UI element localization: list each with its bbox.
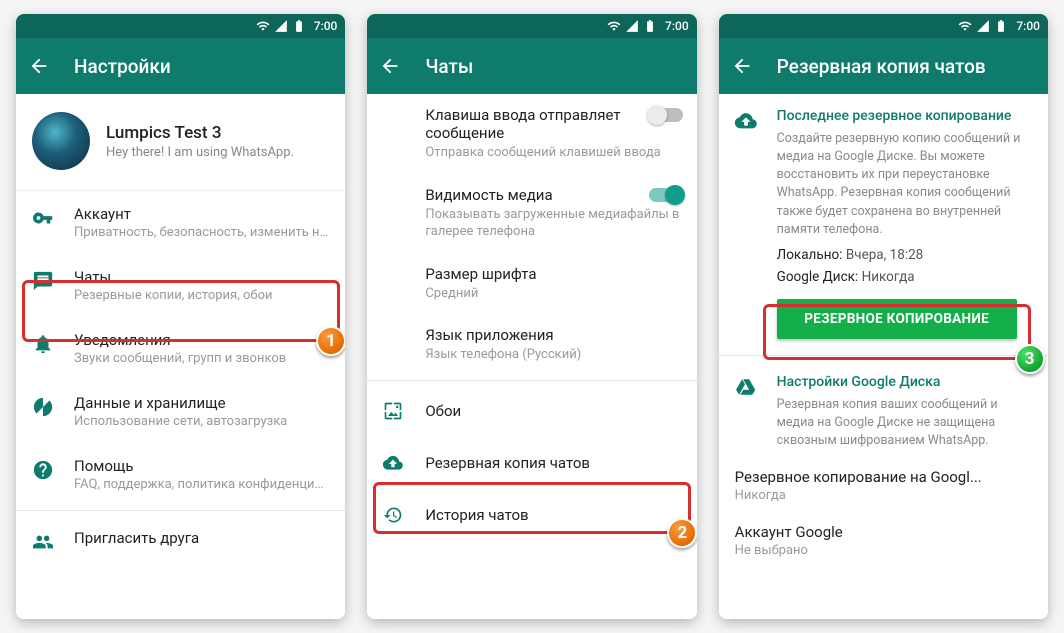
- profile-row[interactable]: Lumpics Test 3 Hey there! I am using Wha…: [16, 94, 345, 191]
- status-bar: 7:00: [367, 14, 696, 38]
- back-icon[interactable]: [731, 55, 753, 77]
- app-bar: Чаты: [367, 38, 696, 94]
- backup-button[interactable]: РЕЗЕРВНОЕ КОПИРОВАНИЕ: [777, 299, 1017, 339]
- data-icon: [32, 396, 54, 418]
- divider: [719, 355, 1048, 356]
- signal-icon: [976, 19, 990, 33]
- page-title: Резервная копия чатов: [777, 55, 986, 78]
- step-badge: 3: [1015, 344, 1045, 374]
- divider: [367, 380, 696, 381]
- toggle-off[interactable]: [649, 108, 683, 122]
- key-icon: [32, 207, 54, 229]
- page-title: Чаты: [425, 55, 473, 78]
- profile-status: Hey there! I am using WhatsApp.: [106, 145, 294, 160]
- kv-local: Локально: Вчера, 18:28: [719, 243, 1048, 265]
- toggle-on[interactable]: [649, 188, 683, 202]
- clock: 7:00: [314, 19, 338, 33]
- clock: 7:00: [665, 19, 689, 33]
- kv-gdrive: Google Диск: Никогда: [719, 265, 1048, 287]
- battery-icon: [292, 19, 306, 33]
- settings-item-account[interactable]: АккаунтПриватность, безопасность, измени…: [16, 191, 345, 254]
- section-description: Резервная копия ваших сообщений и медиа …: [777, 396, 1032, 450]
- bell-icon: [32, 333, 54, 355]
- back-icon[interactable]: [28, 55, 50, 77]
- app-bar: Настройки: [16, 38, 345, 94]
- step-badge: 2: [667, 518, 696, 548]
- screen-settings: 7:00 Настройки Lumpics Test 3 Hey there!…: [16, 14, 345, 619]
- cloud-upload-icon: [383, 453, 403, 473]
- signal-icon: [274, 19, 288, 33]
- settings-item-invite[interactable]: Пригласить друга: [16, 515, 345, 567]
- section-gdrive-settings: Настройки Google Диска Резервная копия в…: [719, 360, 1048, 454]
- row-google-account[interactable]: Аккаунт Google Не выбрано: [719, 513, 1048, 568]
- history-icon: [383, 505, 403, 525]
- back-icon[interactable]: [379, 55, 401, 77]
- section-header: Настройки Google Диска: [777, 374, 1032, 390]
- status-bar: 7:00: [16, 14, 345, 38]
- menu-wallpaper[interactable]: Обои: [367, 385, 696, 437]
- cloud-upload-icon: [735, 110, 757, 132]
- section-last-backup: Последнее резервное копирование Создайте…: [719, 94, 1048, 243]
- setting-font-size[interactable]: Размер шрифта Средний: [367, 253, 696, 315]
- page-title: Настройки: [74, 55, 171, 78]
- setting-media-visibility[interactable]: Видимость медиа Показывать загруженные м…: [367, 174, 696, 253]
- section-header: Последнее резервное копирование: [777, 108, 1032, 124]
- signal-icon: [625, 19, 639, 33]
- people-icon: [32, 531, 54, 553]
- wallpaper-icon: [383, 401, 403, 421]
- setting-language[interactable]: Язык приложения Язык телефона (Русский): [367, 314, 696, 376]
- settings-item-data[interactable]: Данные и хранилищеИспользование сети, ав…: [16, 380, 345, 443]
- settings-item-chats[interactable]: ЧатыРезервные копии, история, обои: [16, 254, 345, 317]
- wifi-icon: [256, 19, 270, 33]
- chat-icon: [32, 270, 54, 292]
- clock: 7:00: [1016, 19, 1040, 33]
- status-bar: 7:00: [719, 14, 1048, 38]
- wifi-icon: [958, 19, 972, 33]
- google-drive-icon: [735, 376, 757, 398]
- divider: [16, 510, 345, 511]
- battery-icon: [643, 19, 657, 33]
- avatar: [32, 112, 90, 170]
- screen-backup: 7:00 Резервная копия чатов Последнее рез…: [719, 14, 1048, 619]
- app-bar: Резервная копия чатов: [719, 38, 1048, 94]
- row-backup-frequency[interactable]: Резервное копирование на Googl... Никогд…: [719, 454, 1048, 513]
- step-badge: 1: [316, 326, 345, 356]
- wifi-icon: [607, 19, 621, 33]
- menu-backup[interactable]: Резервная копия чатов: [367, 437, 696, 489]
- screen-chats: 7:00 Чаты Клавиша ввода отправляет сообщ…: [367, 14, 696, 619]
- settings-item-help[interactable]: ПомощьFAQ, поддержка, политика конфиденц…: [16, 443, 345, 506]
- section-description: Создайте резервную копию сообщений и мед…: [777, 130, 1032, 239]
- profile-name: Lumpics Test 3: [106, 123, 294, 143]
- help-icon: [32, 459, 54, 481]
- setting-enter-sends[interactable]: Клавиша ввода отправляет сообщение Отпра…: [367, 94, 696, 174]
- settings-item-notifications[interactable]: УведомленияЗвуки сообщений, групп и звон…: [16, 317, 345, 380]
- battery-icon: [994, 19, 1008, 33]
- menu-history[interactable]: История чатов: [367, 489, 696, 541]
